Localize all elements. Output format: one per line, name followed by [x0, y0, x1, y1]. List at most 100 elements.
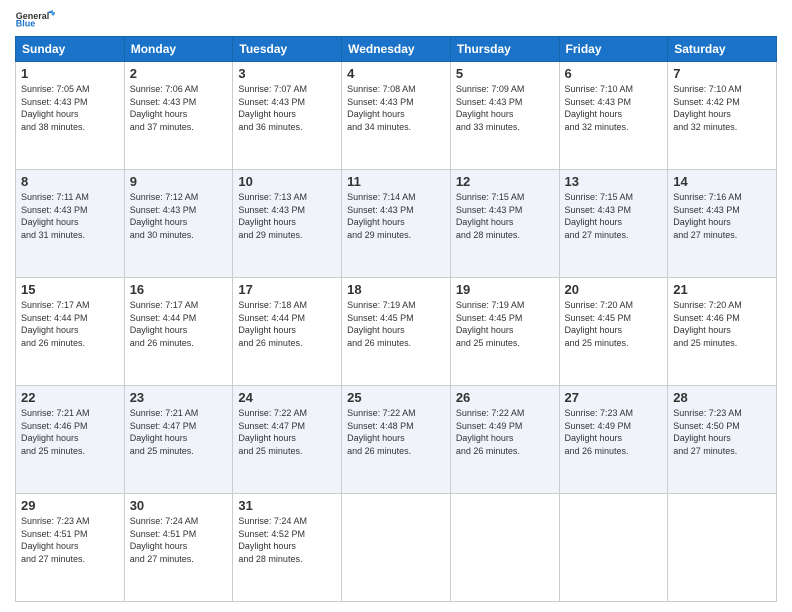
cell-info: Sunrise: 7:24 AMSunset: 4:52 PMDaylight … [238, 516, 307, 564]
calendar-cell: 10Sunrise: 7:13 AMSunset: 4:43 PMDayligh… [233, 170, 342, 278]
week-row-1: 1Sunrise: 7:05 AMSunset: 4:43 PMDaylight… [16, 62, 777, 170]
day-number: 17 [238, 282, 336, 297]
day-number: 15 [21, 282, 119, 297]
cell-info: Sunrise: 7:23 AMSunset: 4:49 PMDaylight … [565, 408, 634, 456]
calendar-cell: 22 Sunrise: 7:21 AMSunset: 4:46 PMDayligh… [16, 386, 125, 494]
calendar-cell: 24 Sunrise: 7:22 AMSunset: 4:47 PMDayligh… [233, 386, 342, 494]
calendar-cell: 26 Sunrise: 7:22 AMSunset: 4:49 PMDayligh… [450, 386, 559, 494]
cell-info: Sunrise: 7:06 AMSunset: 4:43 PMDaylight … [130, 84, 199, 132]
day-number: 23 [130, 390, 228, 405]
calendar-cell: 1Sunrise: 7:05 AMSunset: 4:43 PMDaylight… [16, 62, 125, 170]
calendar-cell: 25Sunrise: 7:22 AMSunset: 4:48 PMDayligh… [342, 386, 451, 494]
calendar-cell: 16 Sunrise: 7:17 AMSunset: 4:44 PMDayligh… [124, 278, 233, 386]
cell-info: Sunrise: 7:07 AMSunset: 4:43 PMDaylight … [238, 84, 307, 132]
calendar-cell: 9 Sunrise: 7:12 AMSunset: 4:43 PMDaylight… [124, 170, 233, 278]
cell-info: Sunrise: 7:17 AMSunset: 4:44 PMDaylight … [21, 300, 90, 348]
calendar-cell: 17Sunrise: 7:18 AMSunset: 4:44 PMDayligh… [233, 278, 342, 386]
day-number: 3 [238, 66, 336, 81]
day-number: 4 [347, 66, 445, 81]
calendar-cell: 21 Sunrise: 7:20 AMSunset: 4:46 PMDayligh… [668, 278, 777, 386]
calendar-cell [559, 494, 668, 602]
calendar-page: General Blue SundayMondayTuesdayWednesda… [0, 0, 792, 612]
calendar-cell: 5 Sunrise: 7:09 AMSunset: 4:43 PMDaylight… [450, 62, 559, 170]
cell-info: Sunrise: 7:22 AMSunset: 4:49 PMDaylight … [456, 408, 525, 456]
cell-info: Sunrise: 7:08 AMSunset: 4:43 PMDaylight … [347, 84, 416, 132]
col-header-sunday: Sunday [16, 37, 125, 62]
day-number: 26 [456, 390, 554, 405]
calendar-cell [450, 494, 559, 602]
cell-info: Sunrise: 7:21 AMSunset: 4:47 PMDaylight … [130, 408, 199, 456]
header-row: SundayMondayTuesdayWednesdayThursdayFrid… [16, 37, 777, 62]
calendar-table: SundayMondayTuesdayWednesdayThursdayFrid… [15, 36, 777, 602]
day-number: 24 [238, 390, 336, 405]
day-number: 30 [130, 498, 228, 513]
cell-info: Sunrise: 7:23 AMSunset: 4:51 PMDaylight … [21, 516, 90, 564]
calendar-cell: 18Sunrise: 7:19 AMSunset: 4:45 PMDayligh… [342, 278, 451, 386]
week-row-2: 8 Sunrise: 7:11 AMSunset: 4:43 PMDaylight… [16, 170, 777, 278]
cell-info: Sunrise: 7:23 AMSunset: 4:50 PMDaylight … [673, 408, 742, 456]
svg-text:Blue: Blue [16, 19, 36, 28]
cell-info: Sunrise: 7:14 AMSunset: 4:43 PMDaylight … [347, 192, 416, 240]
calendar-cell [668, 494, 777, 602]
cell-info: Sunrise: 7:15 AMSunset: 4:43 PMDaylight … [565, 192, 634, 240]
cell-info: Sunrise: 7:22 AMSunset: 4:47 PMDaylight … [238, 408, 307, 456]
calendar-cell: 15 Sunrise: 7:17 AMSunset: 4:44 PMDayligh… [16, 278, 125, 386]
cell-info: Sunrise: 7:19 AMSunset: 4:45 PMDaylight … [347, 300, 416, 348]
calendar-cell [342, 494, 451, 602]
cell-info: Sunrise: 7:16 AMSunset: 4:43 PMDaylight … [673, 192, 742, 240]
day-number: 28 [673, 390, 771, 405]
calendar-cell: 20 Sunrise: 7:20 AMSunset: 4:45 PMDayligh… [559, 278, 668, 386]
cell-info: Sunrise: 7:20 AMSunset: 4:45 PMDaylight … [565, 300, 634, 348]
day-number: 13 [565, 174, 663, 189]
calendar-cell: 2 Sunrise: 7:06 AMSunset: 4:43 PMDaylight… [124, 62, 233, 170]
day-number: 2 [130, 66, 228, 81]
col-header-tuesday: Tuesday [233, 37, 342, 62]
day-number: 20 [565, 282, 663, 297]
day-number: 16 [130, 282, 228, 297]
day-number: 31 [238, 498, 336, 513]
day-number: 22 [21, 390, 119, 405]
col-header-wednesday: Wednesday [342, 37, 451, 62]
calendar-cell: 19Sunrise: 7:19 AMSunset: 4:45 PMDayligh… [450, 278, 559, 386]
cell-info: Sunrise: 7:05 AMSunset: 4:43 PMDaylight … [21, 84, 90, 132]
week-row-3: 15 Sunrise: 7:17 AMSunset: 4:44 PMDayligh… [16, 278, 777, 386]
cell-info: Sunrise: 7:20 AMSunset: 4:46 PMDaylight … [673, 300, 742, 348]
calendar-cell: 11 Sunrise: 7:14 AMSunset: 4:43 PMDayligh… [342, 170, 451, 278]
cell-info: Sunrise: 7:11 AMSunset: 4:43 PMDaylight … [21, 192, 89, 240]
calendar-cell: 4 Sunrise: 7:08 AMSunset: 4:43 PMDaylight… [342, 62, 451, 170]
calendar-cell: 28 Sunrise: 7:23 AMSunset: 4:50 PMDayligh… [668, 386, 777, 494]
calendar-cell: 30Sunrise: 7:24 AMSunset: 4:51 PMDayligh… [124, 494, 233, 602]
calendar-cell: 12Sunrise: 7:15 AMSunset: 4:43 PMDayligh… [450, 170, 559, 278]
calendar-cell: 23 Sunrise: 7:21 AMSunset: 4:47 PMDayligh… [124, 386, 233, 494]
day-number: 9 [130, 174, 228, 189]
header: General Blue [15, 10, 777, 28]
day-number: 8 [21, 174, 119, 189]
day-number: 5 [456, 66, 554, 81]
day-number: 21 [673, 282, 771, 297]
calendar-cell: 29Sunrise: 7:23 AMSunset: 4:51 PMDayligh… [16, 494, 125, 602]
day-number: 11 [347, 174, 445, 189]
calendar-cell: 31 Sunrise: 7:24 AMSunset: 4:52 PMDayligh… [233, 494, 342, 602]
col-header-thursday: Thursday [450, 37, 559, 62]
cell-info: Sunrise: 7:19 AMSunset: 4:45 PMDaylight … [456, 300, 525, 348]
calendar-cell: 14 Sunrise: 7:16 AMSunset: 4:43 PMDayligh… [668, 170, 777, 278]
col-header-monday: Monday [124, 37, 233, 62]
day-number: 14 [673, 174, 771, 189]
calendar-cell: 3 Sunrise: 7:07 AMSunset: 4:43 PMDaylight… [233, 62, 342, 170]
calendar-cell: 13 Sunrise: 7:15 AMSunset: 4:43 PMDayligh… [559, 170, 668, 278]
cell-info: Sunrise: 7:10 AMSunset: 4:42 PMDaylight … [673, 84, 742, 132]
col-header-friday: Friday [559, 37, 668, 62]
day-number: 10 [238, 174, 336, 189]
day-number: 27 [565, 390, 663, 405]
calendar-cell: 8 Sunrise: 7:11 AMSunset: 4:43 PMDaylight… [16, 170, 125, 278]
cell-info: Sunrise: 7:17 AMSunset: 4:44 PMDaylight … [130, 300, 199, 348]
week-row-4: 22 Sunrise: 7:21 AMSunset: 4:46 PMDayligh… [16, 386, 777, 494]
week-row-5: 29Sunrise: 7:23 AMSunset: 4:51 PMDayligh… [16, 494, 777, 602]
day-number: 25 [347, 390, 445, 405]
cell-info: Sunrise: 7:09 AMSunset: 4:43 PMDaylight … [456, 84, 525, 132]
day-number: 6 [565, 66, 663, 81]
cell-info: Sunrise: 7:21 AMSunset: 4:46 PMDaylight … [21, 408, 90, 456]
logo: General Blue [15, 10, 55, 28]
cell-info: Sunrise: 7:15 AMSunset: 4:43 PMDaylight … [456, 192, 525, 240]
cell-info: Sunrise: 7:12 AMSunset: 4:43 PMDaylight … [130, 192, 199, 240]
